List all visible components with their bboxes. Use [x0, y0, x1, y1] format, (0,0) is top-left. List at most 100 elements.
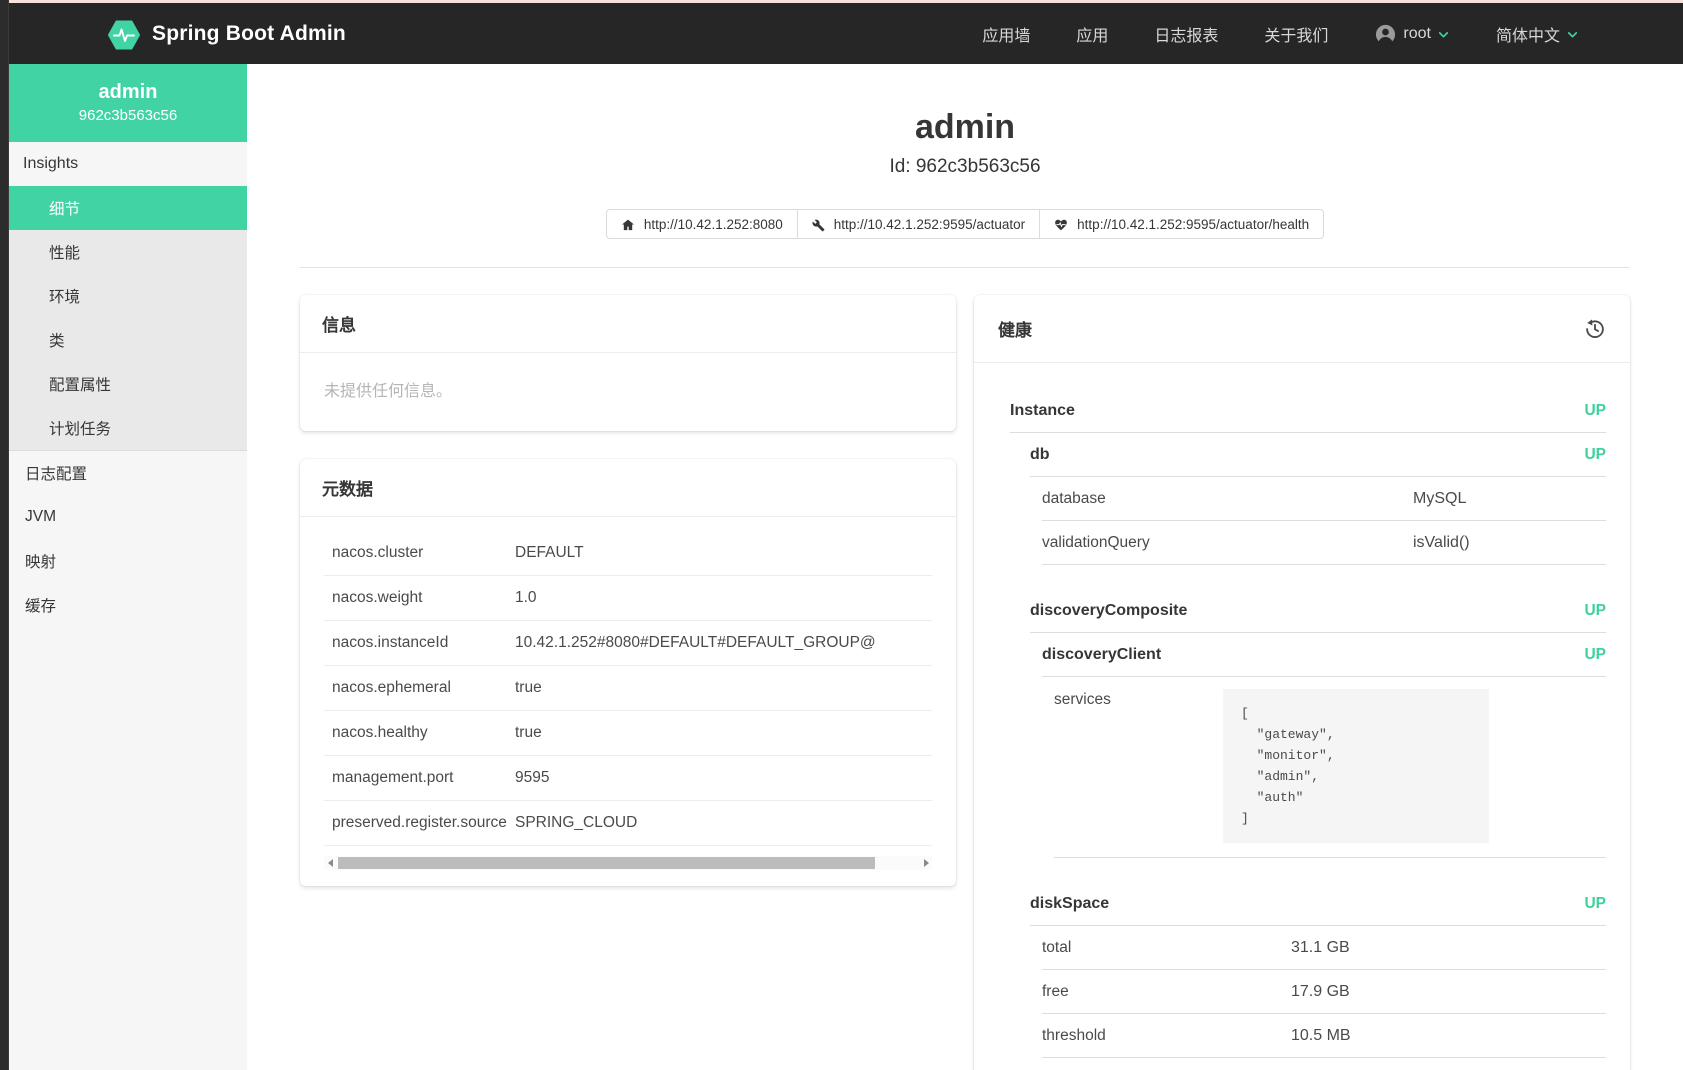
- left-column: 信息 未提供任何信息。 元数据 nacos.cluster DEFAULT: [300, 295, 956, 886]
- right-column: 健康 Instance: [974, 295, 1630, 1070]
- table-row: nacos.instanceId 10.42.1.252#8080#DEFAUL…: [324, 621, 932, 666]
- health-key: discoveryClient: [1042, 646, 1161, 664]
- status-badge: UP: [1584, 895, 1606, 913]
- sidebar-app-name: admin: [17, 81, 239, 104]
- health-key: discoveryComposite: [1030, 602, 1187, 620]
- sidebar-item-loggers[interactable]: 日志配置: [9, 451, 247, 495]
- health-key: validationQuery: [1042, 534, 1413, 552]
- info-card-title: 信息: [322, 311, 356, 336]
- nav-link-about[interactable]: 关于我们: [1264, 22, 1328, 46]
- health-value: 17.9 GB: [1291, 983, 1350, 1001]
- management-url-label: http://10.42.1.252:9595/actuator: [834, 217, 1025, 232]
- horizontal-scrollbar: [324, 856, 932, 870]
- sidebar-item-caches[interactable]: 缓存: [9, 583, 247, 627]
- instance-id-subtitle: Id: 962c3b563c56: [300, 156, 1630, 178]
- brand[interactable]: Spring Boot Admin: [107, 16, 346, 52]
- metadata-value: 10.42.1.252#8080#DEFAULT#DEFAULT_GROUP@: [515, 634, 932, 652]
- health-key: total: [1042, 939, 1291, 957]
- metadata-card: 元数据 nacos.cluster DEFAULT nacos.weight 1…: [300, 459, 956, 886]
- scroll-left-button[interactable]: [324, 856, 336, 870]
- health-card-title: 健康: [998, 316, 1032, 341]
- table-row: management.port 9595: [324, 756, 932, 801]
- metadata-value: DEFAULT: [515, 544, 932, 562]
- service-url-button[interactable]: http://10.42.1.252:8080: [606, 209, 798, 239]
- top-navbar: Spring Boot Admin 应用墙 应用 日志报表 关于我们 root: [0, 3, 1683, 64]
- nav-link-wallboard[interactable]: 应用墙: [982, 22, 1030, 46]
- health-row-threshold: threshold 10.5 MB: [1042, 1014, 1606, 1058]
- spring-boot-admin-logo-icon: [107, 18, 141, 52]
- sidebar-item-config-props[interactable]: 配置属性: [9, 362, 247, 406]
- scrollbar-thumb[interactable]: [338, 857, 875, 869]
- user-avatar-icon: [1374, 23, 1397, 46]
- health-row-db: db UP: [1030, 433, 1606, 477]
- sidebar-item-details[interactable]: 细节: [9, 186, 247, 230]
- health-row-free: free 17.9 GB: [1042, 970, 1606, 1014]
- chevron-down-icon: [1437, 28, 1450, 41]
- metadata-card-header: 元数据: [300, 459, 956, 517]
- metadata-value: true: [515, 724, 932, 742]
- table-row: nacos.ephemeral true: [324, 666, 932, 711]
- metadata-card-title: 元数据: [322, 475, 373, 500]
- instance-header: admin 962c3b563c56: [9, 64, 247, 142]
- language-menu[interactable]: 简体中文: [1496, 22, 1579, 46]
- health-row-discovery-composite: discoveryComposite UP: [1030, 589, 1606, 633]
- wrench-icon: [812, 219, 825, 232]
- metadata-key: nacos.cluster: [332, 544, 515, 562]
- nav-link-applications[interactable]: 应用: [1076, 22, 1108, 46]
- sidebar-item-classes[interactable]: 类: [9, 318, 247, 362]
- main-content: admin Id: 962c3b563c56 http://10.42.1.25…: [247, 64, 1683, 1070]
- metadata-value: 9595: [515, 769, 932, 787]
- health-card: 健康 Instance: [974, 295, 1630, 1070]
- sidebar-item-performance[interactable]: 性能: [9, 230, 247, 274]
- sidebar-item-jvm[interactable]: JVM: [9, 495, 247, 539]
- metadata-key: nacos.ephemeral: [332, 679, 515, 697]
- health-row-diskspace: diskSpace UP: [1030, 882, 1606, 926]
- nav-link-journal[interactable]: 日志报表: [1154, 22, 1218, 46]
- metadata-table: nacos.cluster DEFAULT nacos.weight 1.0 n…: [300, 517, 956, 886]
- health-row-total: total 31.1 GB: [1042, 926, 1606, 970]
- page: Spring Boot Admin 应用墙 应用 日志报表 关于我们 root: [0, 0, 1683, 1070]
- health-key: free: [1042, 983, 1291, 1001]
- health-value: MySQL: [1413, 490, 1466, 508]
- table-row: nacos.cluster DEFAULT: [324, 531, 932, 576]
- table-row: preserved.register.source SPRING_CLOUD: [324, 801, 932, 846]
- info-empty-message: 未提供任何信息。: [300, 353, 956, 431]
- services-code-block: [ "gateway", "monitor", "admin", "auth" …: [1223, 689, 1489, 843]
- user-menu[interactable]: root: [1374, 21, 1450, 46]
- header-divider: [300, 267, 1630, 268]
- sidebar-section-insights: Insights: [9, 142, 247, 186]
- health-key: Instance: [1010, 402, 1075, 420]
- metadata-value: SPRING_CLOUD: [515, 814, 932, 832]
- metadata-key: nacos.instanceId: [332, 634, 515, 652]
- metadata-key: nacos.weight: [332, 589, 515, 607]
- sidebar-item-environment[interactable]: 环境: [9, 274, 247, 318]
- health-row-services: services [ "gateway", "monitor", "admin"…: [1054, 677, 1606, 858]
- scrollbar-track[interactable]: [336, 856, 920, 870]
- health-row-validation-query: validationQuery isValid(): [1042, 521, 1606, 565]
- history-icon[interactable]: [1584, 318, 1606, 340]
- sidebar-item-scheduled-tasks[interactable]: 计划任务: [9, 406, 247, 450]
- scroll-right-button[interactable]: [920, 856, 932, 870]
- health-value: 10.5 MB: [1291, 1027, 1351, 1045]
- health-row-discovery-client: discoveryClient UP: [1042, 633, 1606, 677]
- metadata-value: 1.0: [515, 589, 932, 607]
- management-url-button[interactable]: http://10.42.1.252:9595/actuator: [797, 209, 1040, 239]
- language-label: 简体中文: [1496, 22, 1560, 46]
- health-key: db: [1030, 446, 1050, 464]
- health-url-button[interactable]: http://10.42.1.252:9595/actuator/health: [1039, 209, 1324, 239]
- health-key: diskSpace: [1030, 895, 1109, 913]
- status-badge: UP: [1584, 602, 1606, 620]
- health-url-label: http://10.42.1.252:9595/actuator/health: [1077, 217, 1309, 232]
- metadata-key: management.port: [332, 769, 515, 787]
- health-value: isValid(): [1413, 534, 1470, 552]
- user-name: root: [1403, 25, 1431, 43]
- sidebar-item-mappings[interactable]: 映射: [9, 539, 247, 583]
- metadata-key: preserved.register.source: [332, 814, 515, 832]
- health-key: threshold: [1042, 1027, 1291, 1045]
- status-badge: UP: [1584, 446, 1606, 464]
- sidebar: admin 962c3b563c56 Insights 细节 性能 环境 类 配…: [9, 64, 247, 1070]
- sidebar-instance-id: 962c3b563c56: [17, 107, 239, 124]
- health-row-instance: Instance UP: [1010, 389, 1606, 433]
- status-badge: UP: [1584, 646, 1606, 664]
- health-card-header: 健康: [974, 295, 1630, 363]
